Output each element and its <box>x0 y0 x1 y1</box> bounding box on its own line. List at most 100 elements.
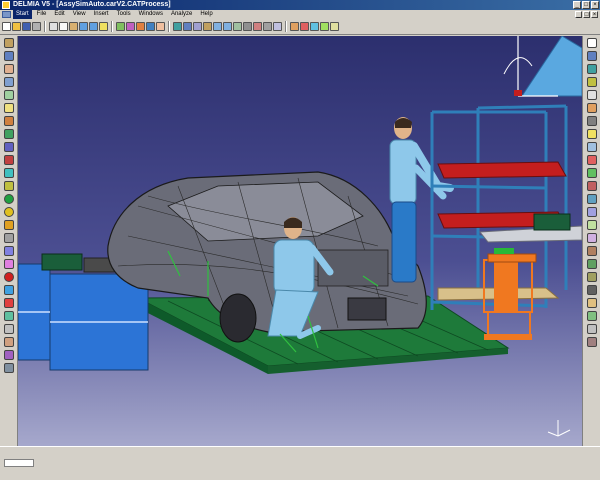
select-icon[interactable] <box>586 38 597 48</box>
normal-view-icon[interactable] <box>233 22 242 31</box>
3d-viewport[interactable] <box>18 36 582 446</box>
section-icon[interactable] <box>310 22 319 31</box>
menu-start[interactable]: Start <box>13 10 32 19</box>
bolt-icon[interactable] <box>3 220 14 230</box>
green-sphere-icon[interactable] <box>3 194 14 204</box>
assign-product-icon[interactable] <box>3 181 14 191</box>
operate-icon[interactable] <box>3 155 14 165</box>
menu-view[interactable]: View <box>70 10 89 19</box>
place-icon[interactable] <box>3 142 14 152</box>
pick-icon[interactable] <box>3 129 14 139</box>
document-icon[interactable] <box>2 11 11 18</box>
simulation-icon[interactable] <box>116 22 125 31</box>
manikin-icon[interactable] <box>156 22 165 31</box>
new-file-icon[interactable] <box>2 22 11 31</box>
environment-icon[interactable] <box>586 259 597 269</box>
tag-icon[interactable] <box>586 77 597 87</box>
options-icon[interactable] <box>3 363 14 373</box>
cut-icon[interactable] <box>49 22 58 31</box>
paste-icon[interactable] <box>69 22 78 31</box>
fit-all-icon[interactable] <box>183 22 192 31</box>
manikin-walk-icon[interactable] <box>3 77 14 87</box>
light-icon[interactable] <box>586 129 597 139</box>
help-icon[interactable] <box>99 22 108 31</box>
render-icon[interactable] <box>586 233 597 243</box>
sequence-icon[interactable] <box>330 22 339 31</box>
standing-worker[interactable] <box>389 117 454 283</box>
menu-edit[interactable]: Edit <box>51 10 67 19</box>
menu-file[interactable]: File <box>34 10 50 19</box>
redo-icon[interactable] <box>89 22 98 31</box>
turntable-icon[interactable] <box>586 272 597 282</box>
measure-icon[interactable] <box>290 22 299 31</box>
catalog-icon[interactable] <box>3 337 14 347</box>
reach-envelope-icon[interactable] <box>3 90 14 100</box>
assign-resource-icon[interactable] <box>3 168 14 178</box>
doc-restore-button[interactable]: □ <box>583 11 590 18</box>
fly-mode-icon[interactable] <box>173 22 182 31</box>
link-icon[interactable] <box>3 246 14 256</box>
zoom-out-icon[interactable] <box>223 22 232 31</box>
manikin-posture-icon[interactable] <box>3 64 14 74</box>
record-icon[interactable] <box>3 298 14 308</box>
path-icon[interactable] <box>3 285 14 295</box>
gantt-chart-icon[interactable] <box>3 51 14 61</box>
pert-chart-icon[interactable] <box>3 38 14 48</box>
tree-icon[interactable] <box>586 311 597 321</box>
pan-icon[interactable] <box>193 22 202 31</box>
swap-visible-icon[interactable] <box>273 22 282 31</box>
menu-analyze[interactable]: Analyze <box>168 10 195 19</box>
axis-icon[interactable] <box>586 181 597 191</box>
material-icon[interactable] <box>3 350 14 360</box>
material-library-icon[interactable] <box>586 246 597 256</box>
resource-icon[interactable] <box>136 22 145 31</box>
zoom-in-icon[interactable] <box>213 22 222 31</box>
ruler-icon[interactable] <box>586 298 597 308</box>
menu-tools[interactable]: Tools <box>114 10 134 19</box>
layer-icon[interactable] <box>3 311 14 321</box>
copy-icon[interactable] <box>59 22 68 31</box>
save-icon[interactable] <box>22 22 31 31</box>
clash-icon[interactable] <box>300 22 309 31</box>
open-file-icon[interactable] <box>12 22 21 31</box>
filter-icon[interactable] <box>3 324 14 334</box>
iso-view-icon[interactable] <box>243 22 252 31</box>
stop-icon[interactable] <box>3 272 14 282</box>
yellow-sphere-icon[interactable] <box>3 207 14 217</box>
view-icon[interactable] <box>586 51 597 61</box>
wrench-icon[interactable] <box>3 233 14 243</box>
vision-icon[interactable] <box>3 103 14 113</box>
publish-icon[interactable] <box>586 155 597 165</box>
rotate-icon[interactable] <box>203 22 212 31</box>
command-input[interactable] <box>4 459 34 467</box>
process-icon[interactable] <box>126 22 135 31</box>
arrow-icon[interactable] <box>586 207 597 217</box>
shading-icon[interactable] <box>253 22 262 31</box>
annotation-icon[interactable] <box>586 103 597 113</box>
text-icon[interactable] <box>586 90 597 100</box>
hide-show-icon[interactable] <box>263 22 272 31</box>
video-icon[interactable] <box>586 285 597 295</box>
grid-icon[interactable] <box>586 64 597 74</box>
constraint-icon[interactable] <box>3 259 14 269</box>
menu-help[interactable]: Help <box>197 10 215 19</box>
maximize-button[interactable]: □ <box>582 1 590 9</box>
track-icon[interactable] <box>320 22 329 31</box>
plane-icon[interactable] <box>586 194 597 204</box>
close-button[interactable]: × <box>591 1 599 9</box>
menu-windows[interactable]: Windows <box>136 10 166 19</box>
properties-icon[interactable] <box>586 324 597 334</box>
clipping-icon[interactable] <box>586 220 597 230</box>
snapshot-icon[interactable] <box>586 142 597 152</box>
macro-icon[interactable] <box>586 337 597 347</box>
print-icon[interactable] <box>32 22 41 31</box>
product-icon[interactable] <box>146 22 155 31</box>
doc-close-button[interactable]: × <box>591 11 598 18</box>
move-activity-icon[interactable] <box>3 116 14 126</box>
camera-icon[interactable] <box>586 116 597 126</box>
undo-icon[interactable] <box>79 22 88 31</box>
compass-reset-icon[interactable] <box>586 168 597 178</box>
delmia-app-icon[interactable] <box>2 1 10 9</box>
minimize-button[interactable]: _ <box>573 1 581 9</box>
menu-insert[interactable]: Insert <box>91 10 112 19</box>
